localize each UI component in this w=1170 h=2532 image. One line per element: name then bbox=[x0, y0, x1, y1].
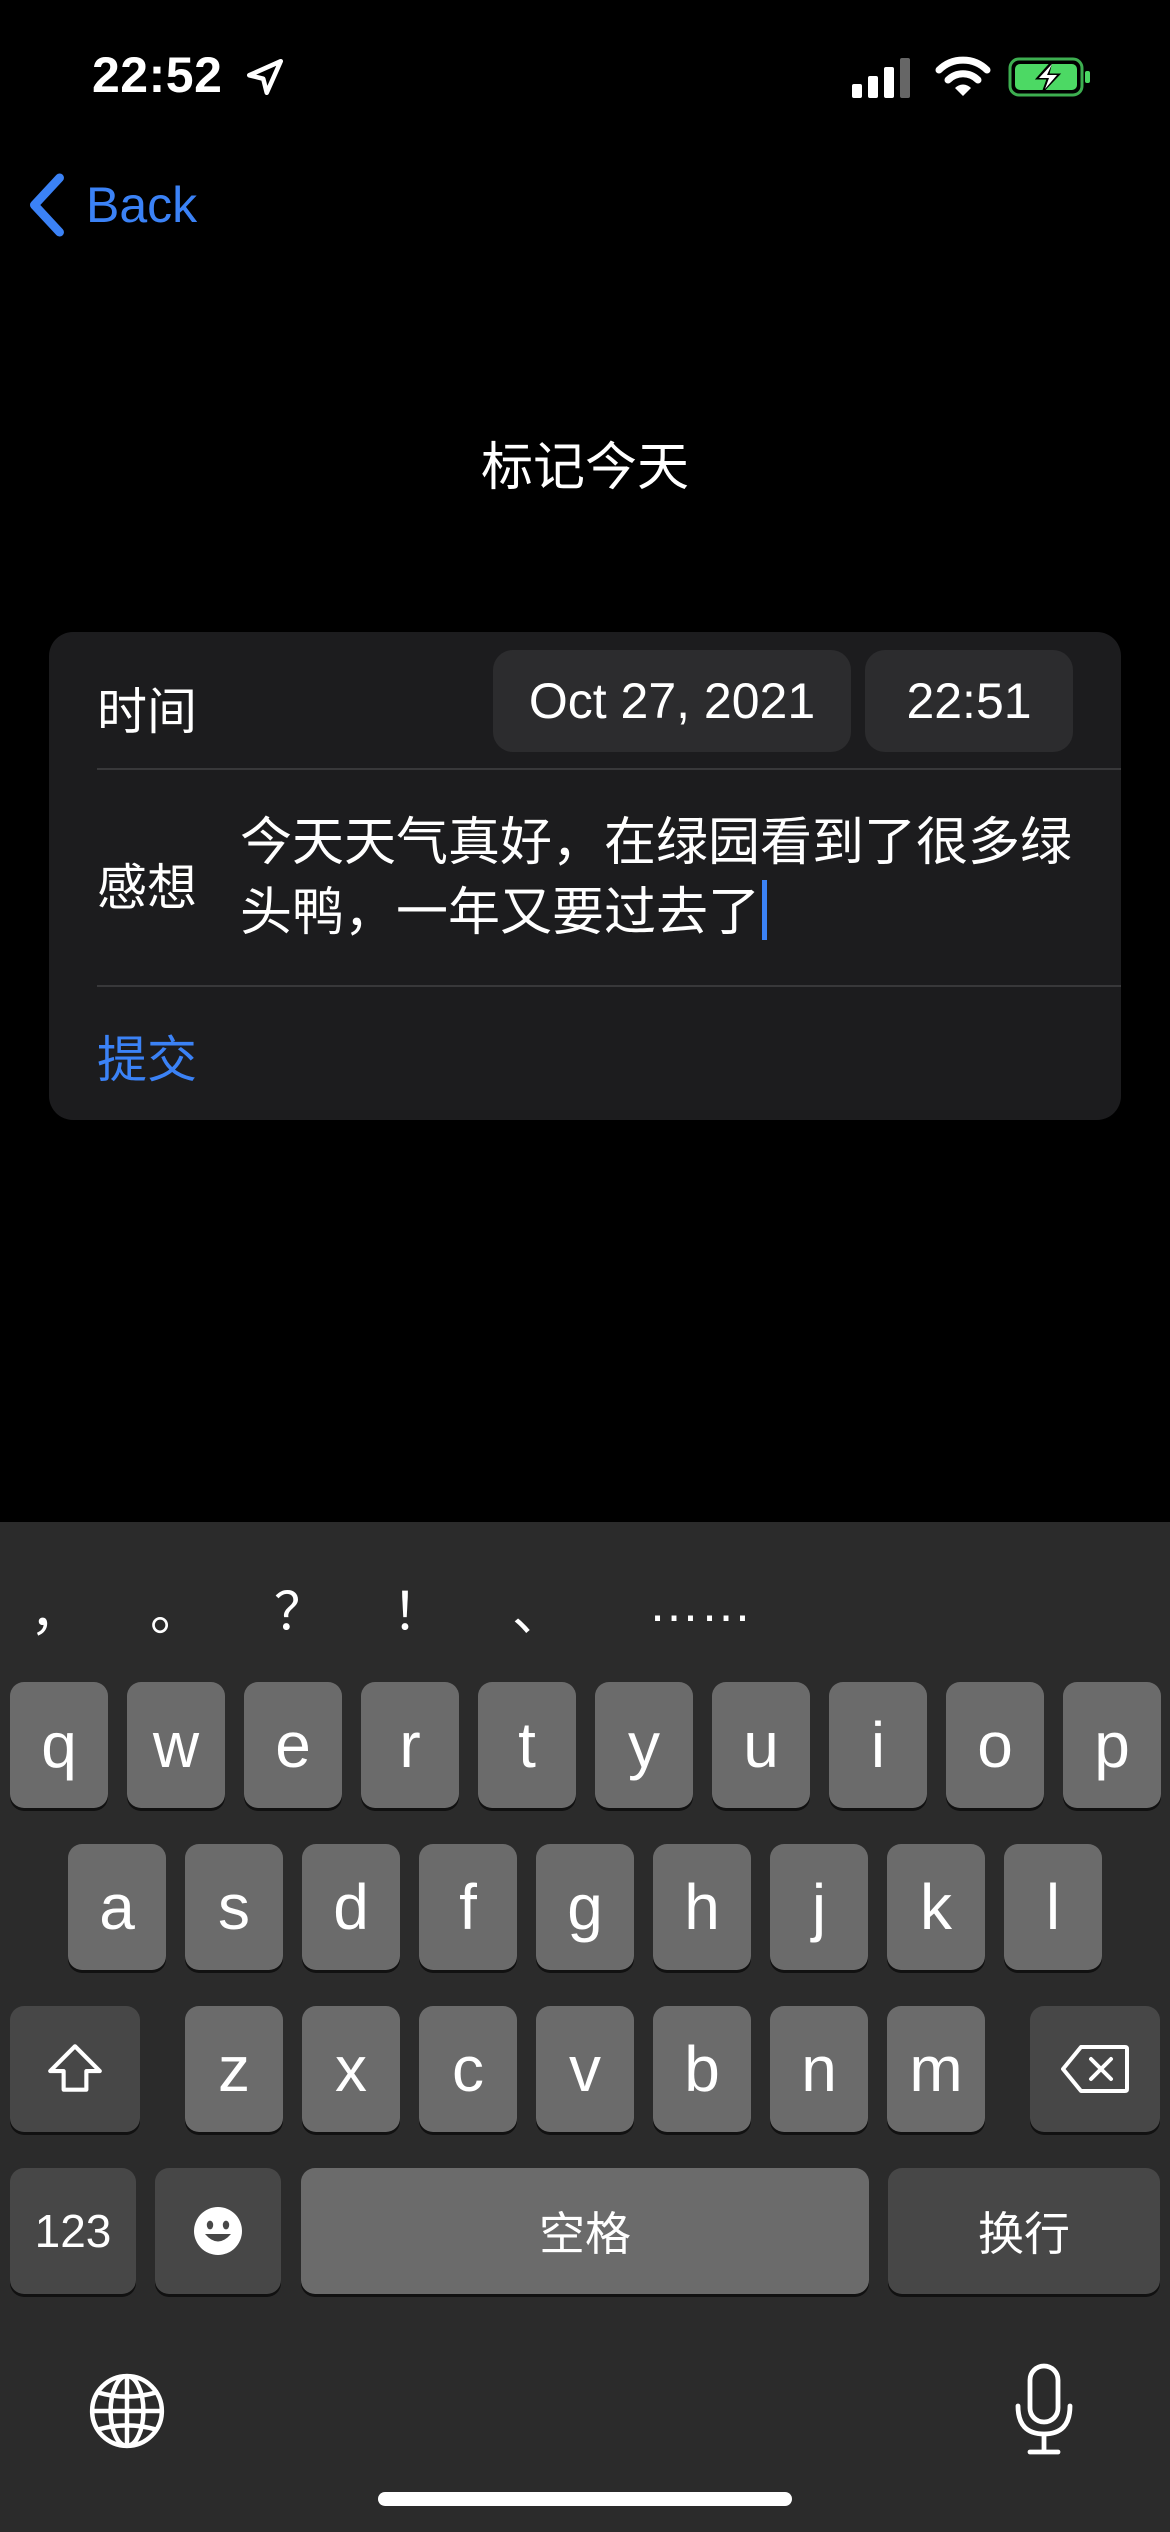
key-e[interactable]: e bbox=[244, 1682, 342, 1808]
submit-button[interactable]: 提交 bbox=[97, 1020, 197, 1092]
key-q[interactable]: q bbox=[10, 1682, 108, 1808]
key-z[interactable]: z bbox=[185, 2006, 283, 2132]
key-o[interactable]: o bbox=[946, 1682, 1044, 1808]
globe-icon[interactable] bbox=[86, 2370, 168, 2452]
punct-key[interactable]: 。 bbox=[150, 1570, 202, 1645]
divider bbox=[97, 985, 1121, 987]
emoji-key[interactable] bbox=[155, 2168, 281, 2294]
key-x[interactable]: x bbox=[302, 2006, 400, 2132]
wifi-icon bbox=[935, 56, 991, 96]
note-label: 感想 bbox=[97, 860, 197, 916]
key-y[interactable]: y bbox=[595, 1682, 693, 1808]
key-a[interactable]: a bbox=[68, 1844, 166, 1970]
key-i[interactable]: i bbox=[829, 1682, 927, 1808]
battery-charging-icon bbox=[1008, 57, 1090, 97]
key-r[interactable]: r bbox=[361, 1682, 459, 1808]
text-caret bbox=[762, 880, 768, 940]
key-c[interactable]: c bbox=[419, 2006, 517, 2132]
key-k[interactable]: k bbox=[887, 1844, 985, 1970]
key-d[interactable]: d bbox=[302, 1844, 400, 1970]
divider bbox=[97, 768, 1121, 770]
space-key[interactable]: 空格 bbox=[301, 2168, 869, 2294]
punct-key[interactable]: …… bbox=[648, 1574, 752, 1634]
back-label: Back bbox=[86, 177, 198, 233]
key-t[interactable]: t bbox=[478, 1682, 576, 1808]
chevron-left-icon bbox=[29, 173, 64, 237]
shift-key[interactable] bbox=[10, 2006, 140, 2132]
return-key[interactable]: 换行 bbox=[888, 2168, 1160, 2294]
key-p[interactable]: p bbox=[1063, 1682, 1161, 1808]
backspace-icon bbox=[1061, 2045, 1129, 2093]
key-w[interactable]: w bbox=[127, 1682, 225, 1808]
numbers-key[interactable]: 123 bbox=[10, 2168, 136, 2294]
key-h[interactable]: h bbox=[653, 1844, 751, 1970]
punct-key[interactable]: 、 bbox=[512, 1570, 564, 1645]
key-b[interactable]: b bbox=[653, 2006, 751, 2132]
date-picker[interactable]: Oct 27, 2021 bbox=[493, 650, 851, 752]
key-g[interactable]: g bbox=[536, 1844, 634, 1970]
delete-key[interactable] bbox=[1030, 2006, 1160, 2132]
time-picker[interactable]: 22:51 bbox=[865, 650, 1073, 752]
page-title: 标记今天 bbox=[480, 439, 689, 497]
punct-key[interactable]: ， bbox=[30, 1570, 82, 1645]
punct-key[interactable]: ？ bbox=[274, 1570, 326, 1645]
time-label: 时间 bbox=[97, 684, 197, 740]
shift-icon bbox=[48, 2044, 102, 2092]
key-m[interactable]: m bbox=[887, 2006, 985, 2132]
key-s[interactable]: s bbox=[185, 1844, 283, 1970]
key-l[interactable]: l bbox=[1004, 1844, 1102, 1970]
note-textarea[interactable]: 今天天气真好，在绿园看到了很多绿头鸭，一年又要过去了 bbox=[240, 808, 1080, 948]
note-value: 今天天气真好，在绿园看到了很多绿头鸭，一年又要过去了 bbox=[240, 814, 1073, 942]
key-v[interactable]: v bbox=[536, 2006, 634, 2132]
location-arrow-icon bbox=[246, 58, 284, 96]
home-indicator bbox=[378, 2492, 792, 2506]
key-j[interactable]: j bbox=[770, 1844, 868, 1970]
microphone-icon[interactable] bbox=[1010, 2362, 1078, 2458]
punct-key[interactable]: ！ bbox=[392, 1570, 444, 1645]
back-button[interactable]: Back bbox=[24, 170, 197, 240]
key-n[interactable]: n bbox=[770, 2006, 868, 2132]
key-u[interactable]: u bbox=[712, 1682, 810, 1808]
emoji-icon bbox=[194, 2207, 242, 2255]
status-time: 22:52 bbox=[92, 47, 223, 103]
cellular-signal-icon bbox=[852, 58, 910, 98]
key-f[interactable]: f bbox=[419, 1844, 517, 1970]
